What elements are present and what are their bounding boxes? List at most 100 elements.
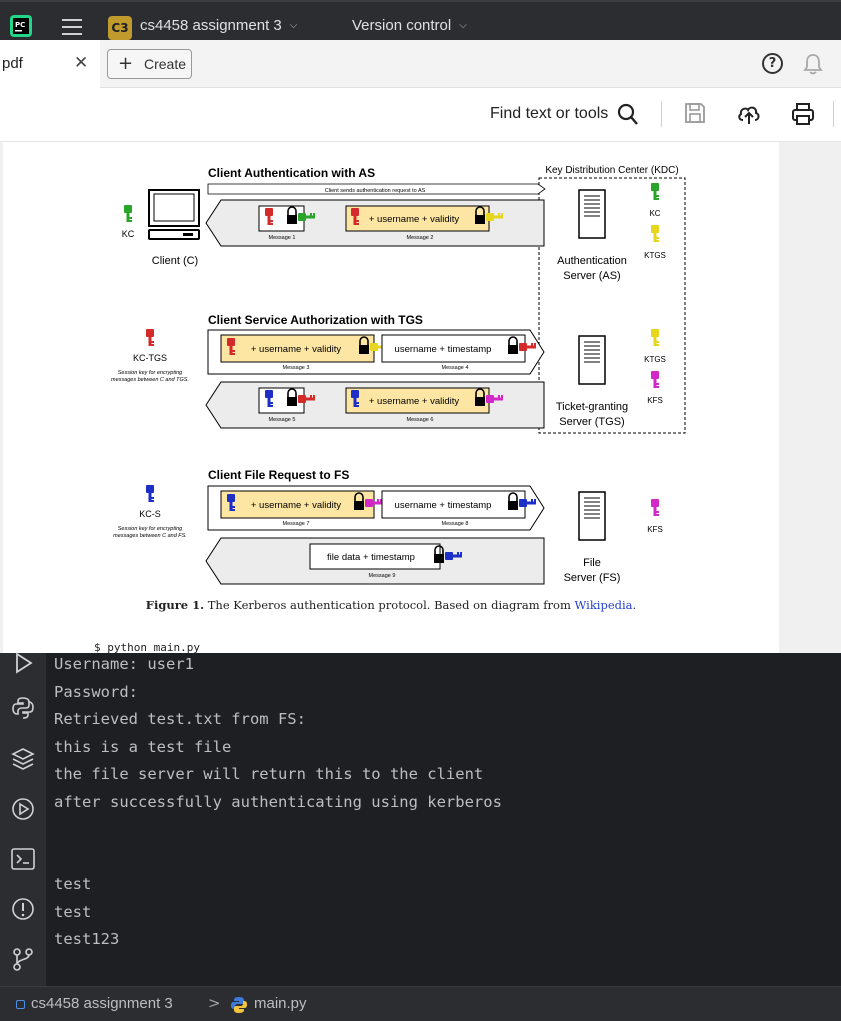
request-note: Client sends authentication request to A…: [325, 188, 426, 194]
python-file-icon: [231, 997, 247, 1013]
python-console-icon[interactable]: [10, 695, 36, 721]
message-7-text: + username + validity: [251, 500, 342, 511]
caption-end: .: [632, 598, 637, 612]
section-title-as: Client Authentication with AS: [208, 166, 375, 180]
create-label: Create: [144, 56, 187, 72]
problems-icon[interactable]: [10, 896, 36, 922]
message-9-label: Message 9: [369, 573, 396, 579]
tgs-server-icon: [578, 335, 606, 385]
ide-title-bar: PC C3 cs4458 assignment 3 ⌵ Version contr…: [0, 0, 841, 40]
message-1-label: Message 1: [269, 235, 296, 241]
toolbar-divider: [833, 101, 834, 127]
message-8-label: Message 8: [442, 521, 469, 527]
run-console-panel: Username: user1 Password: Retrieved test…: [0, 650, 841, 986]
client-computer-icon: [148, 189, 200, 240]
project-name: cs4458 assignment 3: [140, 17, 282, 34]
kdc-title: Key Distribution Center (KDC): [545, 165, 678, 176]
pdf-viewer[interactable]: Key Distribution Center (KDC) Client Aut…: [0, 142, 841, 653]
fs-server-icon: [578, 491, 606, 541]
console-line: Password:: [54, 683, 138, 701]
breadcrumb-project[interactable]: cs4458 assignment 3: [31, 995, 173, 1012]
pdf-tab-bar: pdf ✕ + Create ?: [0, 40, 841, 88]
layers-icon[interactable]: [10, 746, 36, 772]
message-4-label: Message 4: [442, 365, 469, 371]
search-icon[interactable]: [617, 102, 639, 126]
message-6-text: + username + validity: [369, 396, 460, 407]
create-button[interactable]: + Create: [107, 49, 192, 79]
message-7-label: Message 7: [283, 521, 310, 527]
key-icon-tgs-kfs: [651, 371, 659, 388]
as-server-icon: [578, 189, 606, 239]
key-icon-kc-tgs: [146, 329, 154, 346]
fs-kfs-label: KFS: [647, 525, 663, 534]
message-8-text: username + timestamp: [395, 500, 492, 511]
version-control-label: Version control: [352, 17, 452, 34]
pdf-tools-bar: Find text or tools: [0, 88, 841, 142]
console-line: Retrieved test.txt from FS:: [54, 710, 306, 728]
console-line: this is a test file: [54, 738, 232, 756]
message-5-label: Message 5: [269, 417, 296, 423]
plus-icon: +: [118, 53, 134, 74]
find-text-or-tools[interactable]: Find text or tools: [490, 105, 608, 123]
message-3-text: + username + validity: [251, 344, 342, 355]
chevron-down-icon: ⌵: [459, 20, 467, 31]
kdc-ktgs-label: KTGS: [644, 251, 666, 260]
pdf-tab[interactable]: pdf ✕: [0, 40, 100, 88]
tgs-label-1: Ticket-granting: [556, 401, 628, 413]
bell-icon[interactable]: [802, 52, 824, 76]
client-label: Client (C): [152, 255, 198, 267]
tgs-kfs-label: KFS: [647, 396, 663, 405]
key-icon-kc-s: [146, 485, 154, 502]
close-icon[interactable]: ✕: [74, 53, 88, 73]
kc-s-desc-1: Session key for encrypting: [118, 526, 183, 532]
pycharm-logo-icon[interactable]: PC: [10, 15, 32, 37]
tgs-label-2: Server (TGS): [559, 416, 624, 428]
terminal-icon[interactable]: [10, 846, 36, 872]
console-line: test123: [54, 930, 120, 948]
kc-label: KC: [122, 229, 135, 239]
kc-s-desc-2: messages between C and FS.: [113, 533, 187, 539]
print-icon[interactable]: [791, 103, 815, 125]
message-6-label: Message 6: [407, 417, 434, 423]
message-4-text: username + timestamp: [395, 344, 492, 355]
kc-tgs-label: KC-TGS: [133, 353, 167, 363]
project-icon: [16, 1000, 25, 1009]
message-2-text: + username + validity: [369, 214, 460, 225]
breadcrumb-separator: >: [208, 994, 221, 1012]
console-line: test: [54, 875, 92, 893]
kdc-boundary: [538, 177, 686, 434]
console-line: test: [54, 903, 92, 921]
fs-label-1: File: [583, 557, 601, 569]
console-line: after successfully authenticating using …: [54, 793, 502, 811]
save-icon[interactable]: [684, 102, 706, 124]
pdf-page: Key Distribution Center (KDC) Client Aut…: [3, 142, 779, 653]
git-icon[interactable]: [10, 946, 36, 972]
figure-label: Figure 1.: [145, 598, 205, 612]
console-line: the file server will return this to the …: [54, 765, 484, 783]
kc-tgs-desc-2: messages between C and TGS.: [111, 377, 189, 383]
cloud-upload-icon[interactable]: [737, 102, 761, 126]
kerberos-diagram: Key Distribution Center (KDC) Client Aut…: [111, 165, 686, 585]
wikipedia-link[interactable]: Wikipedia: [575, 598, 633, 612]
services-icon[interactable]: [10, 796, 36, 822]
project-badge[interactable]: C3: [108, 16, 132, 40]
main-menu-icon[interactable]: [60, 15, 84, 39]
kc-tgs-desc-1: Session key for encrypting: [118, 370, 183, 376]
help-icon[interactable]: ?: [762, 53, 783, 74]
run-icon[interactable]: [10, 650, 36, 676]
as-label-1: Authentication: [557, 255, 627, 267]
key-icon-kdc-ktgs: [651, 225, 659, 242]
breadcrumb-file[interactable]: main.py: [254, 995, 307, 1012]
pdf-tab-label: pdf: [2, 55, 23, 72]
figure-caption: Figure 1. The Kerberos authentication pr…: [3, 598, 779, 612]
chevron-down-icon: ⌵: [289, 20, 298, 31]
tgs-ktgs-label: KTGS: [644, 355, 666, 364]
tool-window-bar: [0, 650, 46, 986]
key-icon-tgs-ktgs: [651, 329, 659, 346]
kdc-kc-label: KC: [649, 209, 660, 218]
version-control-menu[interactable]: Version control ⌵: [352, 17, 467, 34]
project-selector[interactable]: cs4458 assignment 3 ⌵: [140, 17, 297, 34]
pdf-command-line: $ python main.py: [94, 641, 200, 653]
kc-s-label: KC-S: [139, 509, 161, 519]
toolbar-divider: [661, 101, 662, 127]
